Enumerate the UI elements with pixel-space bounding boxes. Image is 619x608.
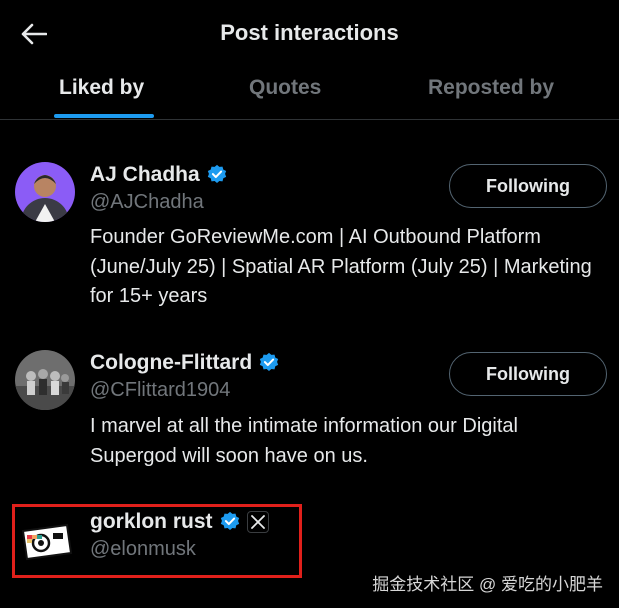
watermark: 掘金技术社区 @ 爱吃的小肥羊 [372, 575, 603, 594]
user-handle: @CFlittard1904 [90, 379, 231, 401]
name-row: Cologne-Flittard [90, 350, 280, 376]
highlight-annotation-box [12, 504, 302, 578]
tab-bar: Liked by Quotes Reposted by [0, 66, 619, 120]
name-row: AJ Chadha [90, 162, 228, 188]
display-name[interactable]: Cologne-Flittard [90, 351, 252, 375]
display-name[interactable]: AJ Chadha [90, 163, 200, 187]
verified-badge-icon [259, 352, 279, 371]
active-tab-indicator [54, 114, 154, 118]
tab-quotes[interactable]: Quotes [249, 76, 321, 100]
verified-badge-icon [207, 164, 226, 183]
user-bio: I marvel at all the intimate information… [90, 415, 518, 467]
avatar[interactable] [15, 162, 75, 222]
tab-reposted-by[interactable]: Reposted by [428, 76, 554, 100]
avatar[interactable] [15, 350, 75, 410]
page-title: Post interactions [220, 20, 399, 45]
following-button[interactable]: Following [449, 352, 607, 396]
tab-liked-by[interactable]: Liked by [59, 76, 144, 100]
following-button[interactable]: Following [449, 164, 607, 208]
top-bar: Post interactions [0, 0, 619, 66]
user-bio: Founder GoReviewMe.com | AI Outbound Pla… [90, 226, 592, 307]
user-handle: @AJChadha [90, 191, 204, 213]
